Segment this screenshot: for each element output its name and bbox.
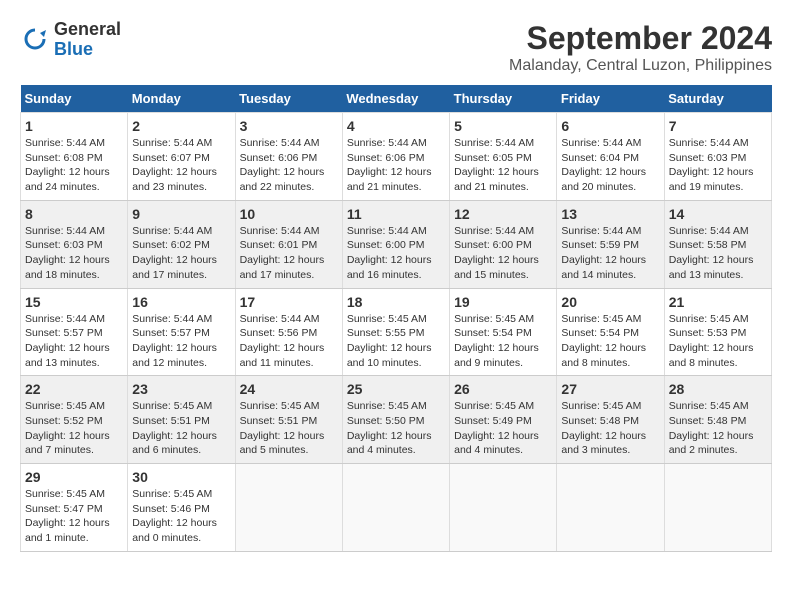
table-row: 19 Sunrise: 5:45 AMSunset: 5:54 PMDaylig… [450, 288, 557, 376]
header-saturday: Saturday [664, 85, 771, 113]
logo-general: General [54, 20, 121, 40]
table-row: 1 Sunrise: 5:44 AMSunset: 6:08 PMDayligh… [21, 113, 128, 201]
table-row: 24 Sunrise: 5:45 AMSunset: 5:51 PMDaylig… [235, 376, 342, 464]
table-row: 6 Sunrise: 5:44 AMSunset: 6:04 PMDayligh… [557, 113, 664, 201]
table-row: 29 Sunrise: 5:45 AMSunset: 5:47 PMDaylig… [21, 464, 128, 552]
table-row: 14 Sunrise: 5:44 AMSunset: 5:58 PMDaylig… [664, 200, 771, 288]
table-row: 23 Sunrise: 5:45 AMSunset: 5:51 PMDaylig… [128, 376, 235, 464]
logo-blue: Blue [54, 40, 121, 60]
header-tuesday: Tuesday [235, 85, 342, 113]
table-row: 2 Sunrise: 5:44 AMSunset: 6:07 PMDayligh… [128, 113, 235, 201]
table-row: 16 Sunrise: 5:44 AMSunset: 5:57 PMDaylig… [128, 288, 235, 376]
table-row [235, 464, 342, 552]
table-row: 26 Sunrise: 5:45 AMSunset: 5:49 PMDaylig… [450, 376, 557, 464]
table-row: 11 Sunrise: 5:44 AMSunset: 6:00 PMDaylig… [342, 200, 449, 288]
table-row: 8 Sunrise: 5:44 AMSunset: 6:03 PMDayligh… [21, 200, 128, 288]
table-row [342, 464, 449, 552]
table-row: 12 Sunrise: 5:44 AMSunset: 6:00 PMDaylig… [450, 200, 557, 288]
logo-text: General Blue [54, 20, 121, 60]
table-row: 5 Sunrise: 5:44 AMSunset: 6:05 PMDayligh… [450, 113, 557, 201]
main-title: September 2024 [509, 20, 772, 57]
header-wednesday: Wednesday [342, 85, 449, 113]
logo-icon [20, 25, 50, 55]
subtitle: Malanday, Central Luzon, Philippines [509, 57, 772, 75]
table-row: 18 Sunrise: 5:45 AMSunset: 5:55 PMDaylig… [342, 288, 449, 376]
header-friday: Friday [557, 85, 664, 113]
table-row: 10 Sunrise: 5:44 AMSunset: 6:01 PMDaylig… [235, 200, 342, 288]
table-row [557, 464, 664, 552]
table-row: 25 Sunrise: 5:45 AMSunset: 5:50 PMDaylig… [342, 376, 449, 464]
table-row: 20 Sunrise: 5:45 AMSunset: 5:54 PMDaylig… [557, 288, 664, 376]
header-monday: Monday [128, 85, 235, 113]
table-row [450, 464, 557, 552]
table-row: 21 Sunrise: 5:45 AMSunset: 5:53 PMDaylig… [664, 288, 771, 376]
table-row [664, 464, 771, 552]
title-section: September 2024 Malanday, Central Luzon, … [509, 20, 772, 75]
header: General Blue September 2024 Malanday, Ce… [20, 20, 772, 75]
header-sunday: Sunday [21, 85, 128, 113]
logo: General Blue [20, 20, 121, 60]
table-row: 7 Sunrise: 5:44 AMSunset: 6:03 PMDayligh… [664, 113, 771, 201]
table-row: 30 Sunrise: 5:45 AMSunset: 5:46 PMDaylig… [128, 464, 235, 552]
table-row: 4 Sunrise: 5:44 AMSunset: 6:06 PMDayligh… [342, 113, 449, 201]
calendar-table: Sunday Monday Tuesday Wednesday Thursday… [20, 85, 772, 552]
table-row: 27 Sunrise: 5:45 AMSunset: 5:48 PMDaylig… [557, 376, 664, 464]
table-row: 9 Sunrise: 5:44 AMSunset: 6:02 PMDayligh… [128, 200, 235, 288]
header-row: Sunday Monday Tuesday Wednesday Thursday… [21, 85, 772, 113]
table-row: 3 Sunrise: 5:44 AMSunset: 6:06 PMDayligh… [235, 113, 342, 201]
header-thursday: Thursday [450, 85, 557, 113]
table-row: 13 Sunrise: 5:44 AMSunset: 5:59 PMDaylig… [557, 200, 664, 288]
table-row: 28 Sunrise: 5:45 AMSunset: 5:48 PMDaylig… [664, 376, 771, 464]
table-row: 17 Sunrise: 5:44 AMSunset: 5:56 PMDaylig… [235, 288, 342, 376]
table-row: 15 Sunrise: 5:44 AMSunset: 5:57 PMDaylig… [21, 288, 128, 376]
table-row: 22 Sunrise: 5:45 AMSunset: 5:52 PMDaylig… [21, 376, 128, 464]
